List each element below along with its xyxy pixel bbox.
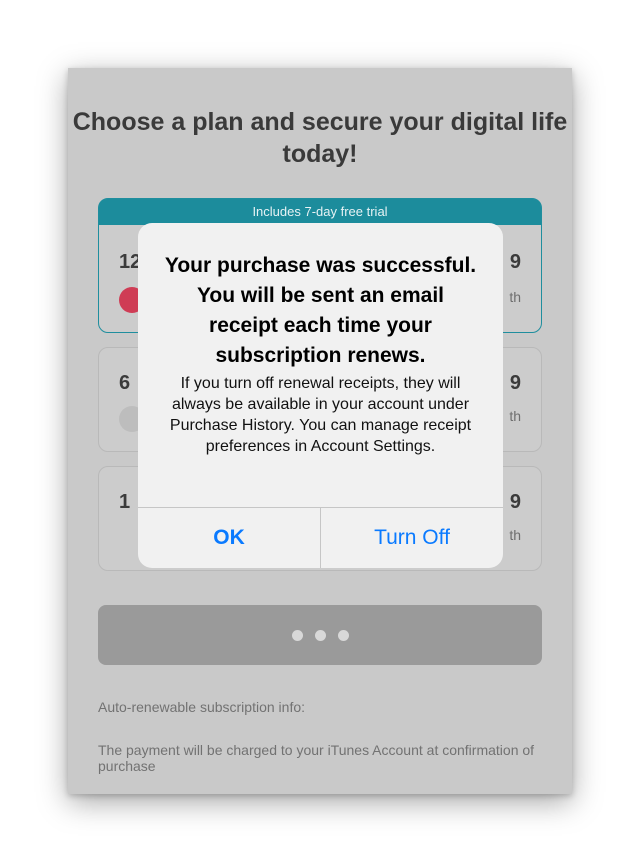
free-trial-badge: Includes 7-day free trial [99, 199, 541, 225]
plan-price: 9 [509, 372, 521, 394]
subscription-info-text: The payment will be charged to your iTun… [98, 742, 535, 774]
plan-label: 6 [119, 372, 131, 394]
turn-off-button[interactable]: Turn Off [321, 508, 503, 568]
plan-period: th [509, 408, 521, 424]
purchase-success-alert: Your purchase was successful. You will b… [138, 223, 503, 568]
alert-title: Your purchase was successful. You will b… [164, 254, 477, 367]
loading-dot-icon [337, 629, 349, 641]
alert-message: If you turn off renewal receipts, they w… [169, 375, 472, 455]
plan-price: 9 [509, 491, 521, 513]
subscription-info-heading: Auto-renewable subscription info: [98, 699, 306, 715]
ok-button[interactable]: OK [138, 508, 320, 568]
loading-dot-icon [314, 629, 326, 641]
plan-period: th [509, 527, 521, 543]
subscribe-button-loading[interactable] [98, 605, 542, 665]
plan-period: th [509, 289, 521, 305]
plan-price: 9 [509, 251, 521, 273]
loading-dot-icon [291, 629, 303, 641]
plan-label: 1 [119, 491, 131, 513]
page-title: Choose a plan and secure your digital li… [72, 108, 568, 168]
